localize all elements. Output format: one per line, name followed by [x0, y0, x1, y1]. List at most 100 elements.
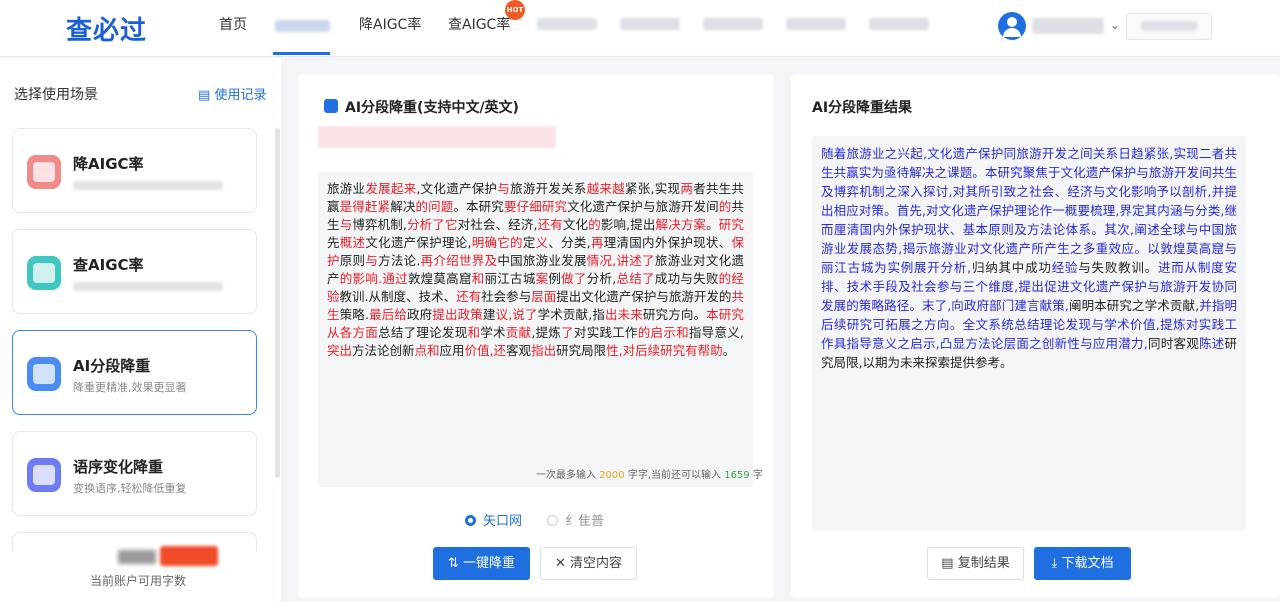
quota-value-blurred: [160, 546, 218, 566]
chevron-down-icon[interactable]: ⌄: [1110, 18, 1120, 32]
text-segment: 文化遗产保护与旅游开发间: [567, 199, 719, 214]
text-segment: 定: [522, 235, 536, 250]
text-segment: 政府: [407, 307, 433, 322]
char-counter: 一次最多输入 2000 字字,当前还可以输入 1659 字: [536, 470, 763, 481]
changed-text-segment: 研究: [718, 217, 744, 232]
text-segment: 。: [722, 343, 736, 358]
changed-text-segment: 做了: [561, 271, 587, 286]
changed-text-segment: 分析了它: [406, 217, 458, 232]
text-segment: ,文化遗产保护: [416, 181, 498, 196]
scene-card-ai-segment-reduce[interactable]: AI分段降重 降重更精准,效果更显著: [12, 330, 257, 415]
nav-blurred-item[interactable]: [786, 18, 846, 30]
scene-card-desc-blurred: [73, 181, 223, 190]
usage-records-link[interactable]: ▤ 使用记录: [198, 84, 266, 103]
text-segment: 博弈机制,: [352, 217, 407, 232]
text-segment: 敦煌莫高窟: [407, 271, 472, 286]
changed-text-segment: 议,说了: [495, 307, 538, 322]
radio-option-2[interactable]: 纟隹普: [547, 510, 604, 529]
text-segment: 理论发现: [416, 325, 468, 340]
nav-blurred-item[interactable]: [537, 18, 597, 30]
header-action-button[interactable]: [1126, 13, 1212, 40]
sidebar-title: 选择使用场景: [14, 87, 98, 103]
nav-blurred-item[interactable]: [275, 0, 330, 57]
changed-text-segment: 提出政策: [432, 307, 483, 322]
scene-card-check-aigc[interactable]: 查AIGC率: [12, 229, 257, 314]
changed-text-segment: 和: [467, 325, 481, 340]
changed-text-segment: 再介绍世界及: [420, 253, 498, 268]
text-segment: 对社会、经济,: [457, 217, 538, 232]
close-icon: ✕: [554, 556, 566, 571]
scene-card-title: AI分段降重: [73, 357, 151, 375]
changed-text-segment: 发展起来: [365, 181, 417, 196]
text-segment: 指导意义,: [688, 325, 744, 340]
segment-doc-icon: [27, 357, 61, 391]
text-segment: 对实践工作: [573, 325, 638, 340]
changed-text-segment: 了: [561, 325, 574, 340]
layers-icon: [324, 99, 338, 113]
copy-result-button[interactable]: ▤ 复制结果: [927, 547, 1024, 580]
nav-check-aigc[interactable]: 查AIGC率: [448, 0, 510, 57]
logo[interactable]: 查必过: [66, 10, 147, 47]
scene-card-reduce-aigc[interactable]: 降AIGC率: [12, 128, 257, 213]
changed-text-segment: 明确它的: [471, 235, 523, 250]
text-segment: 旅游业: [327, 181, 366, 196]
text-segment: 研究局限: [556, 343, 607, 358]
scene-card-desc: 变换语序,轻松降低重复: [73, 482, 187, 495]
quota-value-blurred: [118, 550, 156, 564]
unchanged-text-segment: 同时客观: [1147, 336, 1199, 351]
changed-text-segment: 要仔细研究: [503, 199, 568, 214]
hot-badge: HOT: [505, 0, 525, 20]
changed-text-segment: 突出: [327, 343, 353, 358]
unchanged-text-segment: 与失败教训。: [1078, 260, 1158, 275]
nav-reduce-aigc[interactable]: 降AIGC率: [359, 0, 421, 57]
sidebar: 选择使用场景 ▤ 使用记录 降AIGC率 查AIGC率 AI分段降重 降重更精准…: [0, 58, 281, 602]
text-segment: 学术: [480, 325, 506, 340]
nav-blurred-item[interactable]: [703, 18, 763, 30]
text-segment: 原则: [339, 253, 366, 268]
nav-active-indicator: [273, 52, 330, 55]
text-segment: 中国旅游业发展: [497, 253, 587, 268]
rewritten-text-segment: 陈述: [1198, 336, 1225, 351]
nav-blurred-item[interactable]: [869, 18, 929, 30]
radio-option-1[interactable]: 矢口网: [465, 510, 522, 529]
username: [1032, 18, 1104, 34]
nav-blurred-item[interactable]: [620, 18, 680, 30]
changed-text-segment: 案: [535, 271, 549, 286]
text-segment: 策略.: [339, 307, 369, 322]
sidebar-scrollbar[interactable]: [275, 128, 280, 478]
changed-text-segment: 出未来: [604, 307, 643, 322]
text-segment: 方法论.: [378, 253, 421, 268]
text-segment: 。本研究: [453, 199, 504, 214]
text-segment: 旅游开发关系: [510, 181, 587, 196]
input-panel: AI分段降重(支持中文/英文) 旅游业发展起来,文化遗产保护与旅游开发关系越来越…: [298, 74, 774, 598]
changed-text-segment: 和: [471, 271, 485, 286]
user-avatar-icon[interactable]: [998, 12, 1026, 40]
document-icon: ▤: [198, 88, 211, 103]
input-panel-title: AI分段降重(支持中文/英文): [345, 100, 519, 116]
text-segment: 。: [706, 217, 719, 232]
input-textarea[interactable]: 旅游业发展起来,文化遗产保护与旅游开发关系越来越紧张,实现两者共生共赢是得赶紧解…: [318, 172, 753, 487]
max-chars: 2000: [599, 470, 625, 481]
text-segment: 客观: [506, 343, 532, 358]
reorder-doc-icon: [27, 458, 61, 492]
changed-text-segment: 层面: [531, 289, 557, 304]
scene-card-word-order[interactable]: 语序变化降重 变换语序,轻松降低重复: [12, 431, 257, 516]
changed-text-segment: 与: [497, 181, 511, 196]
text-segment: 提出文化遗产保护与旅游开发的: [556, 289, 732, 304]
unchanged-text-segment: 阐明本研究之学术贡献,: [1068, 298, 1200, 313]
text-segment: ,提炼: [531, 325, 562, 340]
changed-text-segment: 与: [365, 253, 379, 268]
blurred-notice: [318, 126, 556, 148]
text-segment: 总结了: [378, 325, 417, 340]
changed-text-segment: 义: [535, 235, 549, 250]
scene-card-partial[interactable]: [12, 532, 257, 552]
download-doc-button[interactable]: ⤓ 下载文档: [1034, 547, 1131, 580]
text-segment: 教训.从制度、技术、: [339, 289, 457, 304]
clear-content-button[interactable]: ✕ 清空内容: [540, 547, 637, 580]
text-segment: 学术贡献,指: [537, 307, 605, 322]
scene-card-desc: 降重更精准,效果更显著: [73, 381, 187, 394]
text-segment: 成功与失败: [654, 271, 719, 286]
text-segment: 解决: [390, 199, 416, 214]
one-click-reduce-button[interactable]: ⇅ 一键降重: [433, 547, 530, 580]
nav-home[interactable]: 首页: [219, 0, 247, 57]
